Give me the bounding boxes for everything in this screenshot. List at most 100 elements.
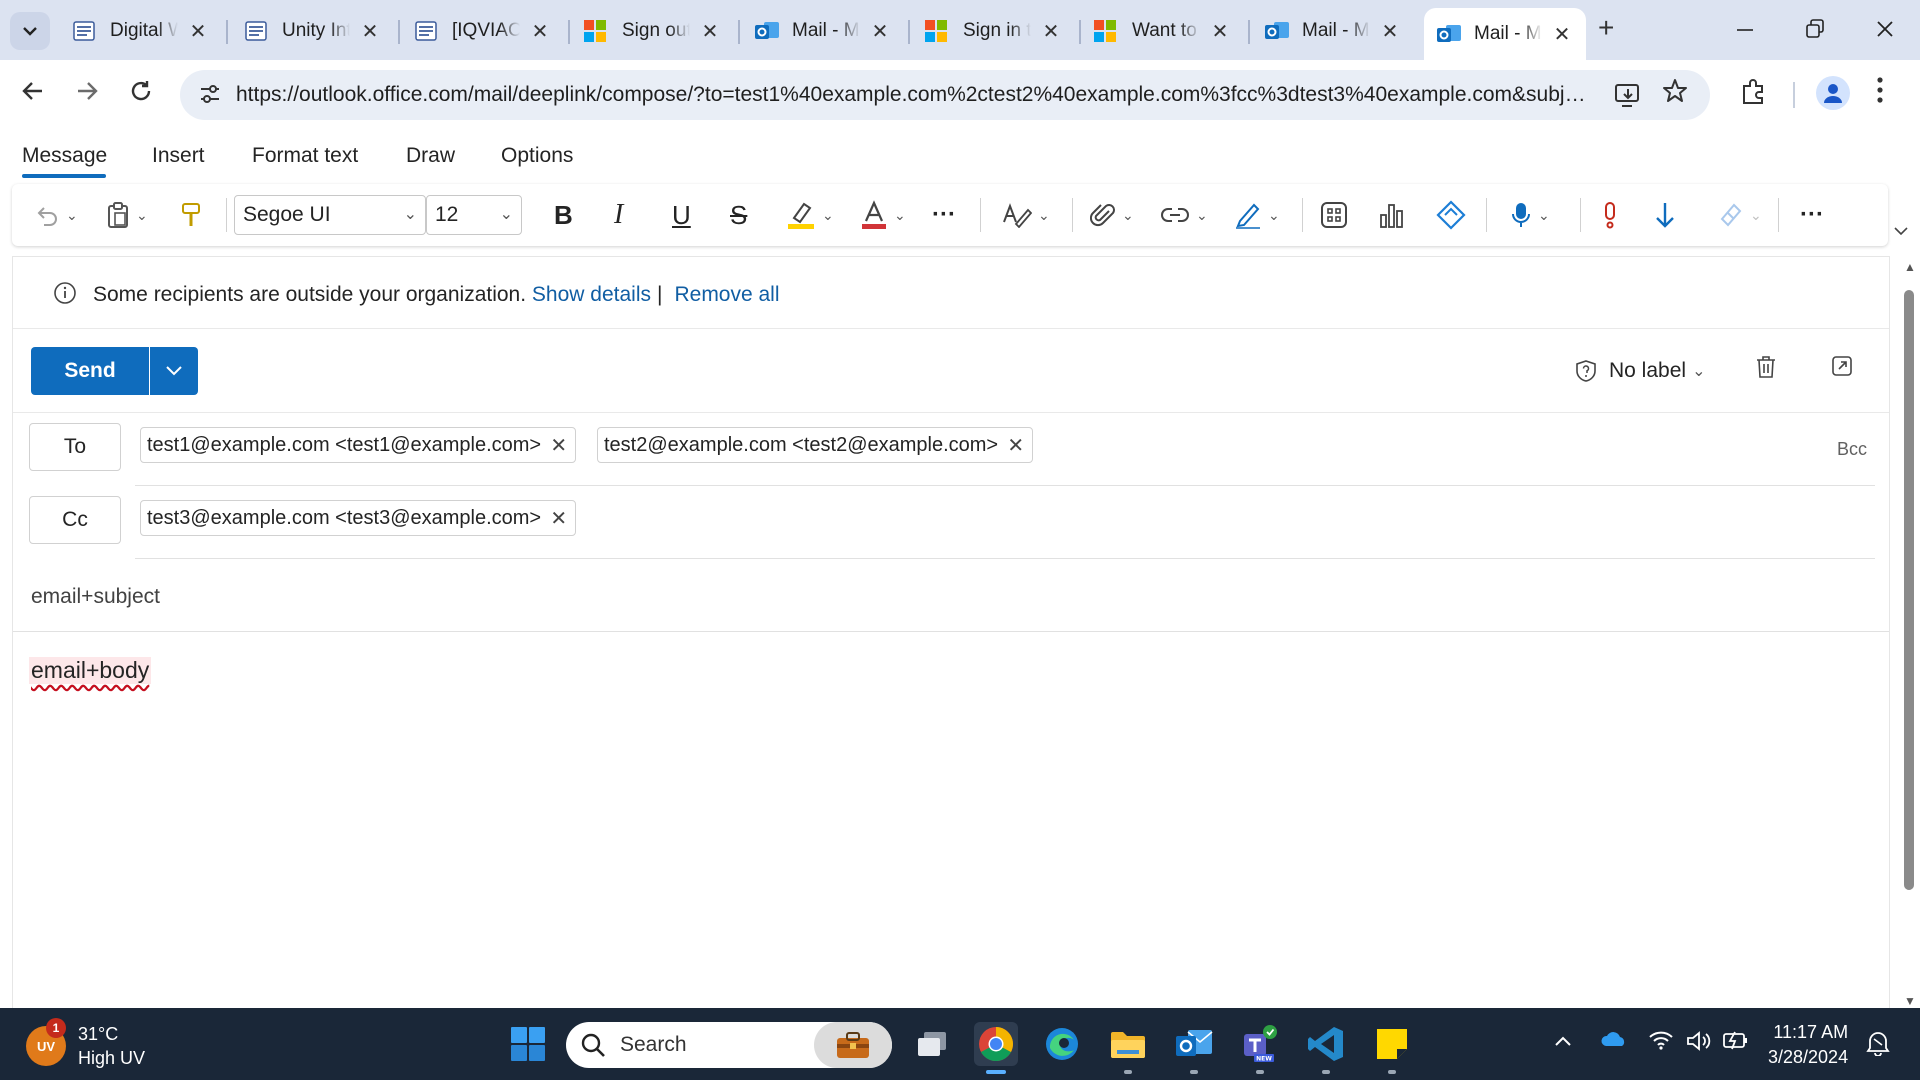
tab-insert[interactable]: Insert [152,144,205,168]
dictate-button[interactable]: ⌄ [1510,184,1550,246]
undo-button[interactable]: ⌄ [34,184,78,246]
viva-insights-button[interactable] [1436,184,1466,246]
font-size-select[interactable]: 12 ⌄ [426,195,522,235]
volume-icon[interactable] [1686,1030,1712,1058]
recipient-chip[interactable]: test1@example.com <test1@example.com> ✕ [140,427,577,463]
browser-tab[interactable]: [IQVIAC ✕ [402,10,564,52]
start-button[interactable] [506,1022,550,1066]
pop-out-button[interactable] [1831,355,1853,382]
sensitivity-label-button[interactable]: No label ⌄ [1575,359,1705,383]
more-formatting-button[interactable]: ··· [932,184,956,246]
browser-tab[interactable]: Sign in t ✕ [913,10,1075,52]
strikethrough-button[interactable]: S [730,184,747,246]
minimize-button[interactable] [1736,10,1754,57]
taskbar-vscode[interactable] [1304,1022,1348,1074]
message-body[interactable]: email+body [29,657,152,684]
taskbar-chrome[interactable] [974,1022,1018,1074]
remove-recipient-icon[interactable]: ✕ [550,506,567,531]
subject-field[interactable]: email+subject [31,585,160,609]
close-tab-icon[interactable]: ✕ [186,19,210,44]
format-painter-button[interactable] [180,184,202,246]
close-tab-icon[interactable]: ✕ [358,19,382,44]
italic-button[interactable]: I [614,184,623,246]
system-clock[interactable]: 11:17 AM 3/28/2024 [1768,1020,1848,1070]
bold-button[interactable]: B [554,184,573,246]
install-app-icon[interactable] [1614,82,1642,113]
insert-link-button[interactable]: ⌄ [1160,184,1208,246]
taskbar-file-explorer[interactable] [1106,1022,1150,1074]
insights-button[interactable] [1378,184,1406,246]
close-tab-icon[interactable]: ✕ [868,19,892,44]
editor-button[interactable]: ⌄ [1002,184,1050,246]
send-button[interactable]: Send [31,347,149,395]
address-bar[interactable]: https://outlook.office.com/mail/deeplink… [180,70,1710,120]
close-tab-icon[interactable]: ✕ [1550,22,1574,47]
highlight-button[interactable]: ⌄ [786,184,834,246]
font-name-select[interactable]: Segoe UI ⌄ [234,195,426,235]
sensitivity-button[interactable]: ⌄ [1716,184,1762,246]
taskbar-teams[interactable]: NEW [1238,1022,1282,1074]
task-view-button[interactable] [910,1022,954,1066]
ribbon-expand-button[interactable] [1893,220,1909,241]
remove-recipient-icon[interactable]: ✕ [1007,433,1024,458]
recipient-chip[interactable]: test3@example.com <test3@example.com> ✕ [140,500,577,536]
taskbar-search[interactable]: Search [566,1022,892,1068]
toolbar-overflow-button[interactable]: ··· [1800,184,1824,246]
attach-file-button[interactable]: ⌄ [1090,184,1134,246]
apps-button[interactable] [1320,184,1348,246]
url-text[interactable]: https://outlook.office.com/mail/deeplink… [236,83,1586,107]
reload-button[interactable] [128,78,154,111]
browser-tab[interactable]: Mail - M ✕ [742,10,904,52]
show-details-link[interactable]: Show details [532,283,651,306]
remove-recipient-icon[interactable]: ✕ [550,433,567,458]
close-tab-icon[interactable]: ✕ [1039,19,1063,44]
to-button[interactable]: To [29,423,121,471]
restore-button[interactable] [1806,10,1824,57]
profile-avatar[interactable] [1816,76,1850,110]
forward-button[interactable] [74,78,100,111]
new-tab-button[interactable]: + [1598,12,1614,44]
close-window-button[interactable] [1876,10,1894,57]
discard-button[interactable] [1755,355,1777,384]
tab-draw[interactable]: Draw [406,144,455,168]
browser-tab[interactable]: Unity Int ✕ [232,10,394,52]
taskbar-outlook[interactable] [1172,1022,1216,1074]
site-info-icon[interactable] [198,82,222,111]
battery-icon[interactable] [1722,1030,1750,1056]
recipient-chip[interactable]: test2@example.com <test2@example.com> ✕ [597,427,1034,463]
compose-scrollbar[interactable]: ▲ ▼ [1898,256,1920,1008]
wifi-icon[interactable] [1648,1030,1674,1056]
bcc-button[interactable]: Bcc [1837,439,1867,460]
scroll-thumb[interactable] [1904,290,1914,890]
notifications-icon[interactable] [1866,1030,1890,1062]
tab-message[interactable]: Message [22,144,107,168]
browser-tab[interactable]: Mail - M ✕ [1424,8,1586,60]
underline-button[interactable]: U [672,184,691,246]
cc-button[interactable]: Cc [29,496,121,544]
browser-menu-button[interactable] [1876,76,1884,104]
extensions-icon[interactable] [1740,78,1768,111]
low-importance-button[interactable] [1654,184,1676,246]
send-options-button[interactable] [150,347,198,395]
close-tab-icon[interactable]: ✕ [698,19,722,44]
taskbar-sticky-notes[interactable] [1370,1022,1414,1074]
browser-tab[interactable]: Want to ✕ [1082,10,1244,52]
taskbar-edge[interactable] [1040,1022,1084,1066]
back-button[interactable] [20,78,46,111]
tray-overflow-button[interactable] [1554,1030,1572,1053]
close-tab-icon[interactable]: ✕ [1208,19,1232,44]
browser-tab[interactable]: Sign out ✕ [572,10,734,52]
scroll-up-icon[interactable]: ▲ [1904,260,1916,274]
scroll-down-icon[interactable]: ▼ [1904,994,1916,1008]
close-tab-icon[interactable]: ✕ [1378,19,1402,44]
remove-all-link[interactable]: Remove all [674,283,779,306]
onedrive-icon[interactable] [1600,1030,1628,1054]
signature-button[interactable]: ⌄ [1234,184,1280,246]
font-color-button[interactable]: ⌄ [860,184,906,246]
weather-widget[interactable]: UV 1 31°C High UV [26,1018,145,1070]
tab-format-text[interactable]: Format text [252,144,358,168]
close-tab-icon[interactable]: ✕ [528,19,552,44]
tab-search-button[interactable] [10,12,50,50]
high-importance-button[interactable] [1602,184,1618,246]
browser-tab[interactable]: Mail - M ✕ [1252,10,1414,52]
